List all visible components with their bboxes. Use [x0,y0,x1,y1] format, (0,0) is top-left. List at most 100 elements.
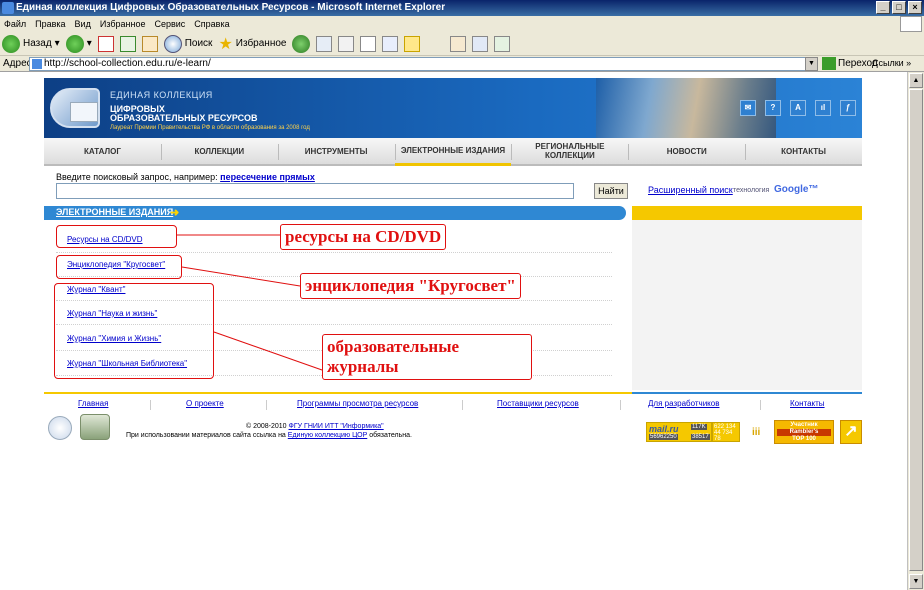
footer-link-about[interactable]: О проекте [186,399,224,408]
footer-separator [150,400,151,410]
address-bar: Адрес: http://school-collection.edu.ru/e… [0,56,924,72]
nav-catalog[interactable]: КАТАЛОГ [44,138,161,164]
main-nav: КАТАЛОГ КОЛЛЕКЦИИ ИНСТРУМЕНТЫ ЭЛЕКТРОННЫ… [44,138,862,166]
forward-button[interactable]: ▾ [65,34,92,53]
rambler-top100-badge[interactable]: Участник Rambler's TOP 100 [774,420,834,444]
stats-counter[interactable]: 622 134 44 734 78 [712,422,740,442]
footer-separator [760,400,761,410]
back-arrow-icon [2,34,20,53]
nav-tools[interactable]: ИНСТРУМЕНТЫ [277,138,395,164]
notice-prefix: При использовании материалов сайта ссылк… [126,432,286,439]
site-search-input[interactable] [56,183,574,199]
footer-link-developers[interactable]: Для разработчиков [648,399,719,408]
edit-icon[interactable] [382,35,399,52]
footer-link-contacts[interactable]: Контакты [790,399,825,408]
scroll-up-icon[interactable]: ▲ [909,73,923,88]
footer-link-suppliers[interactable]: Поставщики ресурсов [497,399,579,408]
home-icon[interactable] [141,35,158,52]
footer-separator [620,400,621,410]
informika-logo-icon[interactable] [80,414,110,440]
search-button[interactable]: Поиск [163,34,213,53]
stats-icon[interactable]: ıl [815,100,831,116]
toolbar: Назад ▾ ▾ Поиск ★ Избранное [0,32,924,56]
search-example-link[interactable]: пересечение прямых [220,172,315,182]
menu-tools[interactable]: Сервис [154,19,185,29]
google-logo: Google™ [774,184,819,195]
section-header: ЭЛЕКТРОННЫЕ ИЗДАНИЯ ➜ [44,206,626,220]
folder-icon[interactable] [404,35,421,52]
search-label: Поиск [184,38,213,49]
vertical-scrollbar[interactable]: ▲ ▼ [907,72,924,590]
people-icon[interactable] [494,35,511,52]
font-size-icon[interactable]: A [790,100,806,116]
menu-help[interactable]: Справка [194,19,229,29]
highlight-enc-box [56,255,182,279]
logo-line-3: ОБРАЗОВАТЕЛЬНЫХ РЕСУРСОВ [110,113,258,123]
messenger-icon[interactable] [472,35,489,52]
right-panel [632,206,862,390]
mailru-count-1: 56962250 [649,434,678,440]
windows-flag-icon [900,16,922,32]
stop-icon[interactable] [97,35,114,52]
window-controls: _ □ × [876,1,922,14]
minimize-button[interactable]: _ [876,1,890,14]
close-button[interactable]: × [908,1,922,14]
favorites-button[interactable]: ★ Избранное [218,34,286,54]
go-arrow-icon [822,57,836,70]
mailru-count-2: 117K [691,424,707,430]
address-dropdown-icon[interactable]: ▼ [805,57,818,71]
nav-e-editions[interactable]: ЭЛЕКТРОННЫЕ ИЗДАНИЯ [394,138,512,166]
footer-link-home[interactable]: Главная [78,399,108,408]
nav-collections[interactable]: КОЛЛЕКЦИИ [160,138,278,164]
rambler-arrow-icon[interactable]: ↗ [840,420,862,444]
mail-icon[interactable] [338,35,355,52]
menu-view[interactable]: Вид [75,19,91,29]
site-logo-icon[interactable] [50,88,100,128]
advanced-search-link[interactable]: Расширенный поиск [648,185,733,195]
maximize-button[interactable]: □ [892,1,906,14]
go-button[interactable]: Переход [822,57,878,70]
refresh-icon[interactable] [119,35,136,52]
favorites-label: Избранное [235,38,287,49]
back-label: Назад [23,38,52,49]
highlight-journals-box [54,283,214,379]
section-title[interactable]: ЭЛЕКТРОННЫЕ ИЗДАНИЯ [56,207,173,217]
divider [56,252,612,253]
address-input[interactable]: http://school-collection.edu.ru/e-learn/… [29,57,818,71]
back-button[interactable]: Назад ▾ [2,34,60,53]
copyright: © 2008-2010 ФГУ ГНИИ ИТТ "Информика" [246,423,384,430]
menu-file[interactable]: Файл [4,19,26,29]
nav-regional[interactable]: РЕГИОНАЛЬНЫЕ КОЛЛЕКЦИИ [511,138,628,164]
print-icon[interactable] [360,35,377,52]
address-url: http://school-collection.edu.ru/e-learn/ [44,58,211,69]
arrow-right-icon: ➜ [170,207,180,219]
help-icon[interactable]: ? [765,100,781,116]
notice-suffix: обязательна. [369,432,412,439]
mailru-counter[interactable]: mail.ru 56962250 117K 38517 [646,422,712,442]
mailru-count-3: 38517 [691,434,710,440]
mail-icon[interactable]: ✉ [740,100,756,116]
history-icon[interactable] [316,35,333,52]
sitemap-icon[interactable]: ƒ [840,100,856,116]
nav-news[interactable]: НОВОСТИ [628,138,745,164]
scroll-thumb[interactable] [909,89,923,571]
annotation-krugosvet: энциклопедия "Кругосвет" [300,273,521,299]
scroll-down-icon[interactable]: ▼ [909,574,923,589]
forward-arrow-icon [65,34,84,53]
media-icon[interactable] [292,34,311,53]
chevron-down-icon: ▾ [54,38,60,49]
research-icon[interactable] [450,35,467,52]
ministry-emblem-icon[interactable] [48,416,72,440]
links-button[interactable]: Ссылки » [872,58,911,68]
tech-label: технология [733,187,770,194]
find-button[interactable]: Найти [594,183,628,199]
footer-link-viewers[interactable]: Программы просмотра ресурсов [297,399,418,408]
nav-contacts[interactable]: КОНТАКТЫ [745,138,862,164]
window-title-bar: Единая коллекция Цифровых Образовательны… [0,0,924,16]
notice-link[interactable]: Единую коллекцию ЦОР [288,432,367,439]
menu-edit[interactable]: Правка [35,19,65,29]
menu-favorites[interactable]: Избранное [100,19,146,29]
copyright-org-link[interactable]: ФГУ ГНИИ ИТТ "Информика" [289,423,384,430]
annotation-journals: образовательные журналы [322,334,532,380]
footer-divider-right [632,392,862,394]
